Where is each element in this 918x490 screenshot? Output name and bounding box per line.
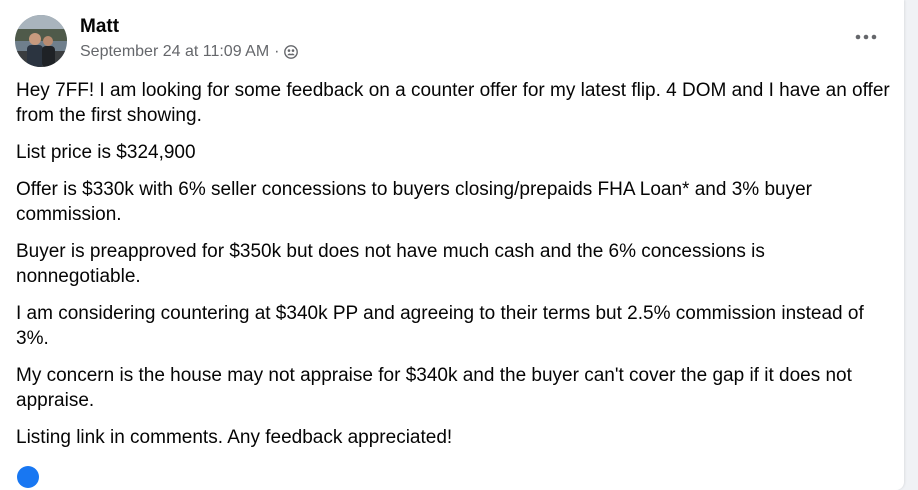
more-options-button[interactable] [848, 22, 884, 52]
more-horizontal-icon [855, 34, 877, 40]
meta-separator: · [274, 43, 280, 60]
post-paragraph: Listing link in comments. Any feedback a… [16, 427, 453, 448]
post-timestamp[interactable]: September 24 at 11:09 AM [80, 43, 269, 61]
author-name[interactable]: Matt [80, 16, 119, 38]
post-meta: September 24 at 11:09 AM · [80, 43, 299, 61]
post-paragraph: I am considering countering at $340k PP … [16, 303, 864, 349]
post-paragraph: List price is $324,900 [16, 142, 196, 163]
like-reaction-icon[interactable] [17, 466, 39, 488]
post-body: Hey 7FF! I am looking for some feedback … [16, 78, 894, 462]
avatar[interactable] [15, 15, 67, 67]
post-paragraph: Buyer is preapproved for $350k but does … [16, 241, 765, 287]
post-paragraph: My concern is the house may not appraise… [16, 365, 852, 411]
post-paragraph: Offer is $330k with 6% seller concession… [16, 179, 812, 225]
post-card: Matt September 24 at 11:09 AM · Hey 7FF!… [0, 0, 904, 490]
profile-photo [15, 15, 67, 67]
post-paragraph: Hey 7FF! I am looking for some feedback … [16, 80, 890, 126]
group-members-icon[interactable] [284, 45, 299, 59]
